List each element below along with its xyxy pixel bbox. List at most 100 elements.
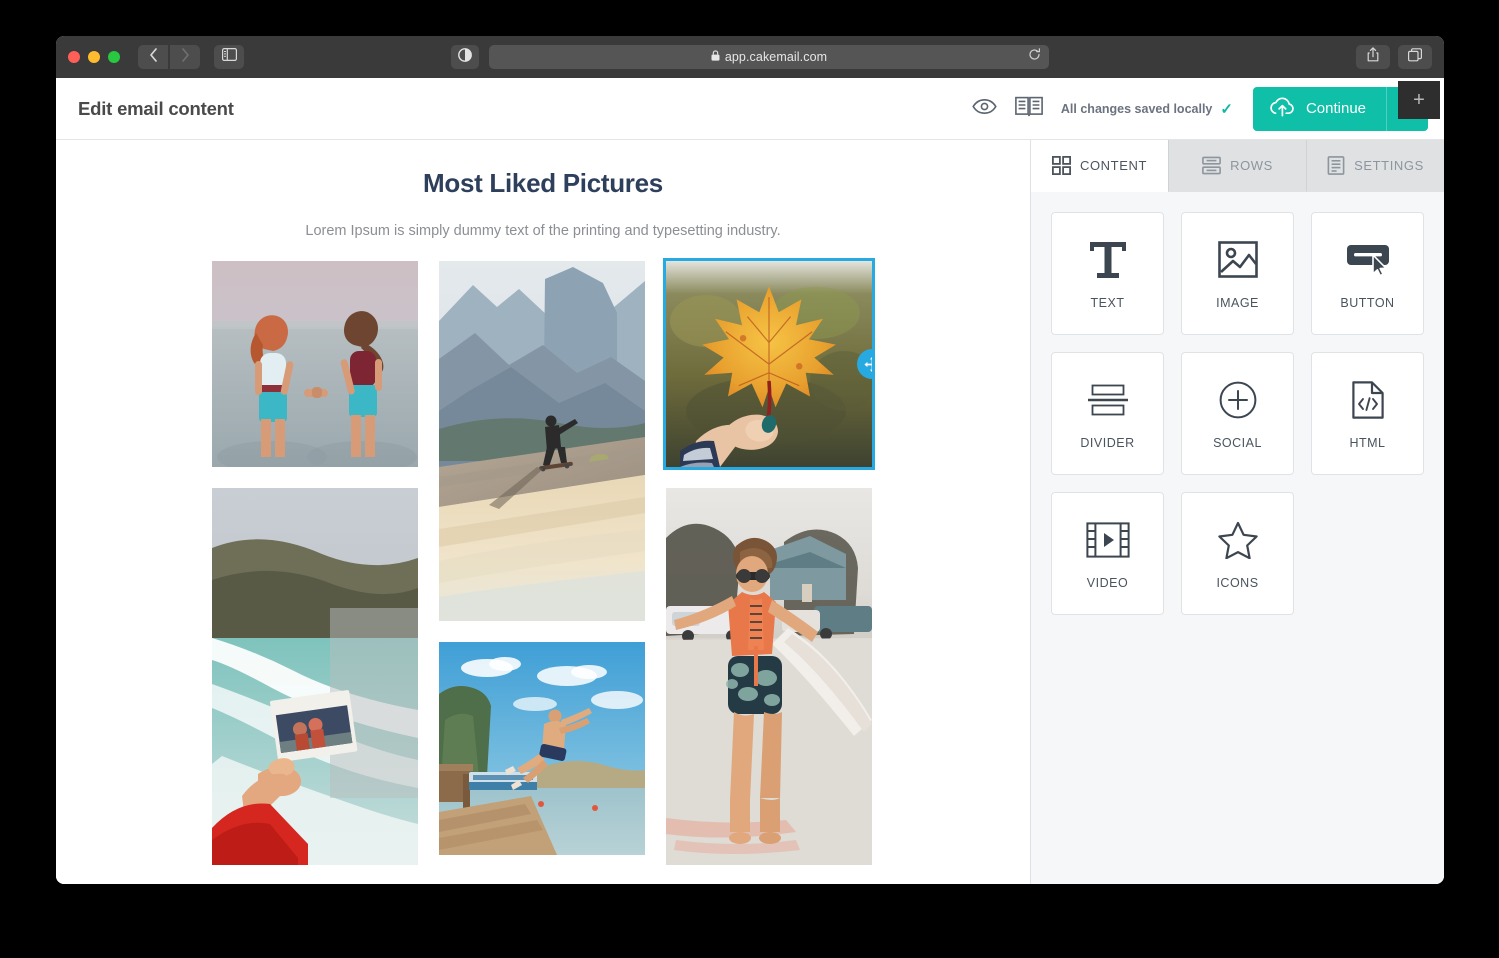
block-icons-label: ICONS [1216, 576, 1258, 590]
sidebar-toggle-button[interactable] [214, 45, 244, 69]
share-icon [1367, 47, 1379, 67]
block-html[interactable]: HTML [1311, 352, 1424, 475]
plain-text-view-button[interactable] [1015, 96, 1043, 122]
reader-view-icon [458, 48, 472, 67]
video-film-icon [1086, 518, 1130, 562]
photo-art-surfer-woman [666, 488, 872, 865]
preview-button[interactable] [972, 98, 997, 120]
image-gallery [212, 261, 874, 865]
photo-art-maple-leaf [666, 261, 872, 467]
save-status: All changes saved locally ✓ [1061, 100, 1233, 118]
address-bar[interactable]: app.cakemail.com [489, 45, 1049, 69]
block-image[interactable]: IMAGE [1181, 212, 1294, 335]
gallery-image-skateboarder-on-mountain-road[interactable] [439, 261, 645, 621]
email-document: Most Liked Pictures Lorem Ipsum is simpl… [56, 140, 1030, 865]
forward-button[interactable] [170, 45, 200, 69]
move-arrows-icon [864, 356, 873, 373]
block-icons[interactable]: ICONS [1181, 492, 1294, 615]
block-social[interactable]: SOCIAL [1181, 352, 1294, 475]
block-html-label: HTML [1349, 436, 1385, 450]
gallery-column-3 [666, 261, 872, 865]
html-code-file-icon [1352, 378, 1384, 422]
share-button[interactable] [1356, 45, 1390, 69]
eye-icon [972, 98, 997, 120]
app-header: Edit email content All changes saved loc… [56, 78, 1444, 140]
gallery-image-woman-carrying-surfboard[interactable] [666, 488, 872, 865]
plain-text-view-icon [1015, 96, 1043, 122]
lock-icon [711, 50, 720, 64]
block-video[interactable]: VIDEO [1051, 492, 1164, 615]
browser-right-buttons: + [1356, 45, 1432, 69]
block-button[interactable]: BUTTON [1311, 212, 1424, 335]
cloud-upload-icon [1269, 96, 1296, 121]
gallery-image-hand-holding-autumn-maple-leaf[interactable] [666, 261, 872, 467]
tab-rows-label: ROWS [1230, 158, 1273, 173]
chevron-left-icon [149, 48, 158, 67]
maximize-window-button[interactable] [108, 51, 120, 63]
photo-art-beach-friends [212, 261, 418, 467]
sidebar-toggle-icon [222, 48, 237, 66]
browser-titlebar: app.cakemail.com + [56, 36, 1444, 78]
settings-document-icon [1327, 156, 1345, 175]
photo-art-mountain-skater [439, 261, 645, 621]
browser-nav-buttons [138, 45, 200, 69]
photo-art-dock-dive [439, 642, 645, 855]
gallery-image-two-women-holding-hands-on-beach[interactable] [212, 261, 418, 467]
block-text-label: TEXT [1091, 296, 1125, 310]
text-t-icon [1088, 238, 1128, 282]
chevron-right-icon [181, 48, 190, 67]
gallery-column-2 [439, 261, 645, 865]
app-body: Most Liked Pictures Lorem Ipsum is simpl… [56, 140, 1444, 884]
email-subtitle[interactable]: Lorem Ipsum is simply dummy text of the … [56, 223, 1030, 239]
reload-button[interactable] [1028, 48, 1041, 66]
block-image-label: IMAGE [1216, 296, 1259, 310]
gallery-image-boy-diving-off-dock-into-lake[interactable] [439, 642, 645, 855]
tab-rows[interactable]: ROWS [1168, 140, 1306, 192]
gallery-column-1 [212, 261, 418, 865]
window-traffic-lights [68, 51, 120, 63]
tab-overview-icon [1408, 48, 1422, 67]
social-plus-circle-icon [1219, 378, 1257, 422]
tab-content-label: CONTENT [1080, 158, 1147, 173]
block-text[interactable]: TEXT [1051, 212, 1164, 335]
reload-icon [1028, 48, 1041, 65]
check-icon: ✓ [1220, 100, 1233, 118]
content-side-panel: CONTENT ROWS SETTINGS [1030, 140, 1444, 884]
address-bar-url: app.cakemail.com [725, 50, 827, 64]
tab-content[interactable]: CONTENT [1031, 140, 1168, 192]
minimize-window-button[interactable] [88, 51, 100, 63]
page-title: Edit email content [78, 98, 234, 120]
block-divider[interactable]: DIVIDER [1051, 352, 1164, 475]
email-heading[interactable]: Most Liked Pictures [56, 168, 1030, 199]
image-icon [1218, 238, 1258, 282]
back-button[interactable] [138, 45, 168, 69]
browser-window: app.cakemail.com + [56, 36, 1444, 884]
reader-view-button[interactable] [451, 45, 479, 69]
block-divider-label: DIVIDER [1080, 436, 1134, 450]
content-blocks-grid: TEXT IMAGE [1031, 192, 1444, 635]
gallery-image-hand-holding-polaroid-at-waterfall[interactable] [212, 488, 418, 865]
rows-icon [1202, 156, 1221, 175]
button-icon [1346, 238, 1390, 282]
new-tab-button[interactable]: + [1398, 81, 1440, 119]
continue-button-label: Continue [1306, 100, 1366, 117]
plus-icon: + [1413, 89, 1425, 112]
tab-settings[interactable]: SETTINGS [1306, 140, 1444, 192]
browser-address-area: app.cakemail.com [56, 45, 1444, 69]
panel-tabs: CONTENT ROWS SETTINGS [1031, 140, 1444, 192]
address-bar-text-group: app.cakemail.com [711, 50, 827, 64]
photo-art-waterfall-polaroid [212, 488, 418, 865]
close-window-button[interactable] [68, 51, 80, 63]
star-icon [1218, 518, 1258, 562]
block-video-label: VIDEO [1087, 576, 1128, 590]
save-status-text: All changes saved locally [1061, 102, 1212, 116]
tab-overview-button[interactable] [1398, 45, 1432, 69]
tab-settings-label: SETTINGS [1354, 158, 1424, 173]
divider-icon [1087, 378, 1129, 422]
grid-icon [1052, 156, 1071, 175]
block-social-label: SOCIAL [1213, 436, 1262, 450]
continue-button[interactable]: Continue [1253, 87, 1386, 131]
header-actions: All changes saved locally ✓ Continue [972, 87, 1428, 131]
block-button-label: BUTTON [1340, 296, 1394, 310]
email-canvas[interactable]: Most Liked Pictures Lorem Ipsum is simpl… [56, 140, 1030, 884]
